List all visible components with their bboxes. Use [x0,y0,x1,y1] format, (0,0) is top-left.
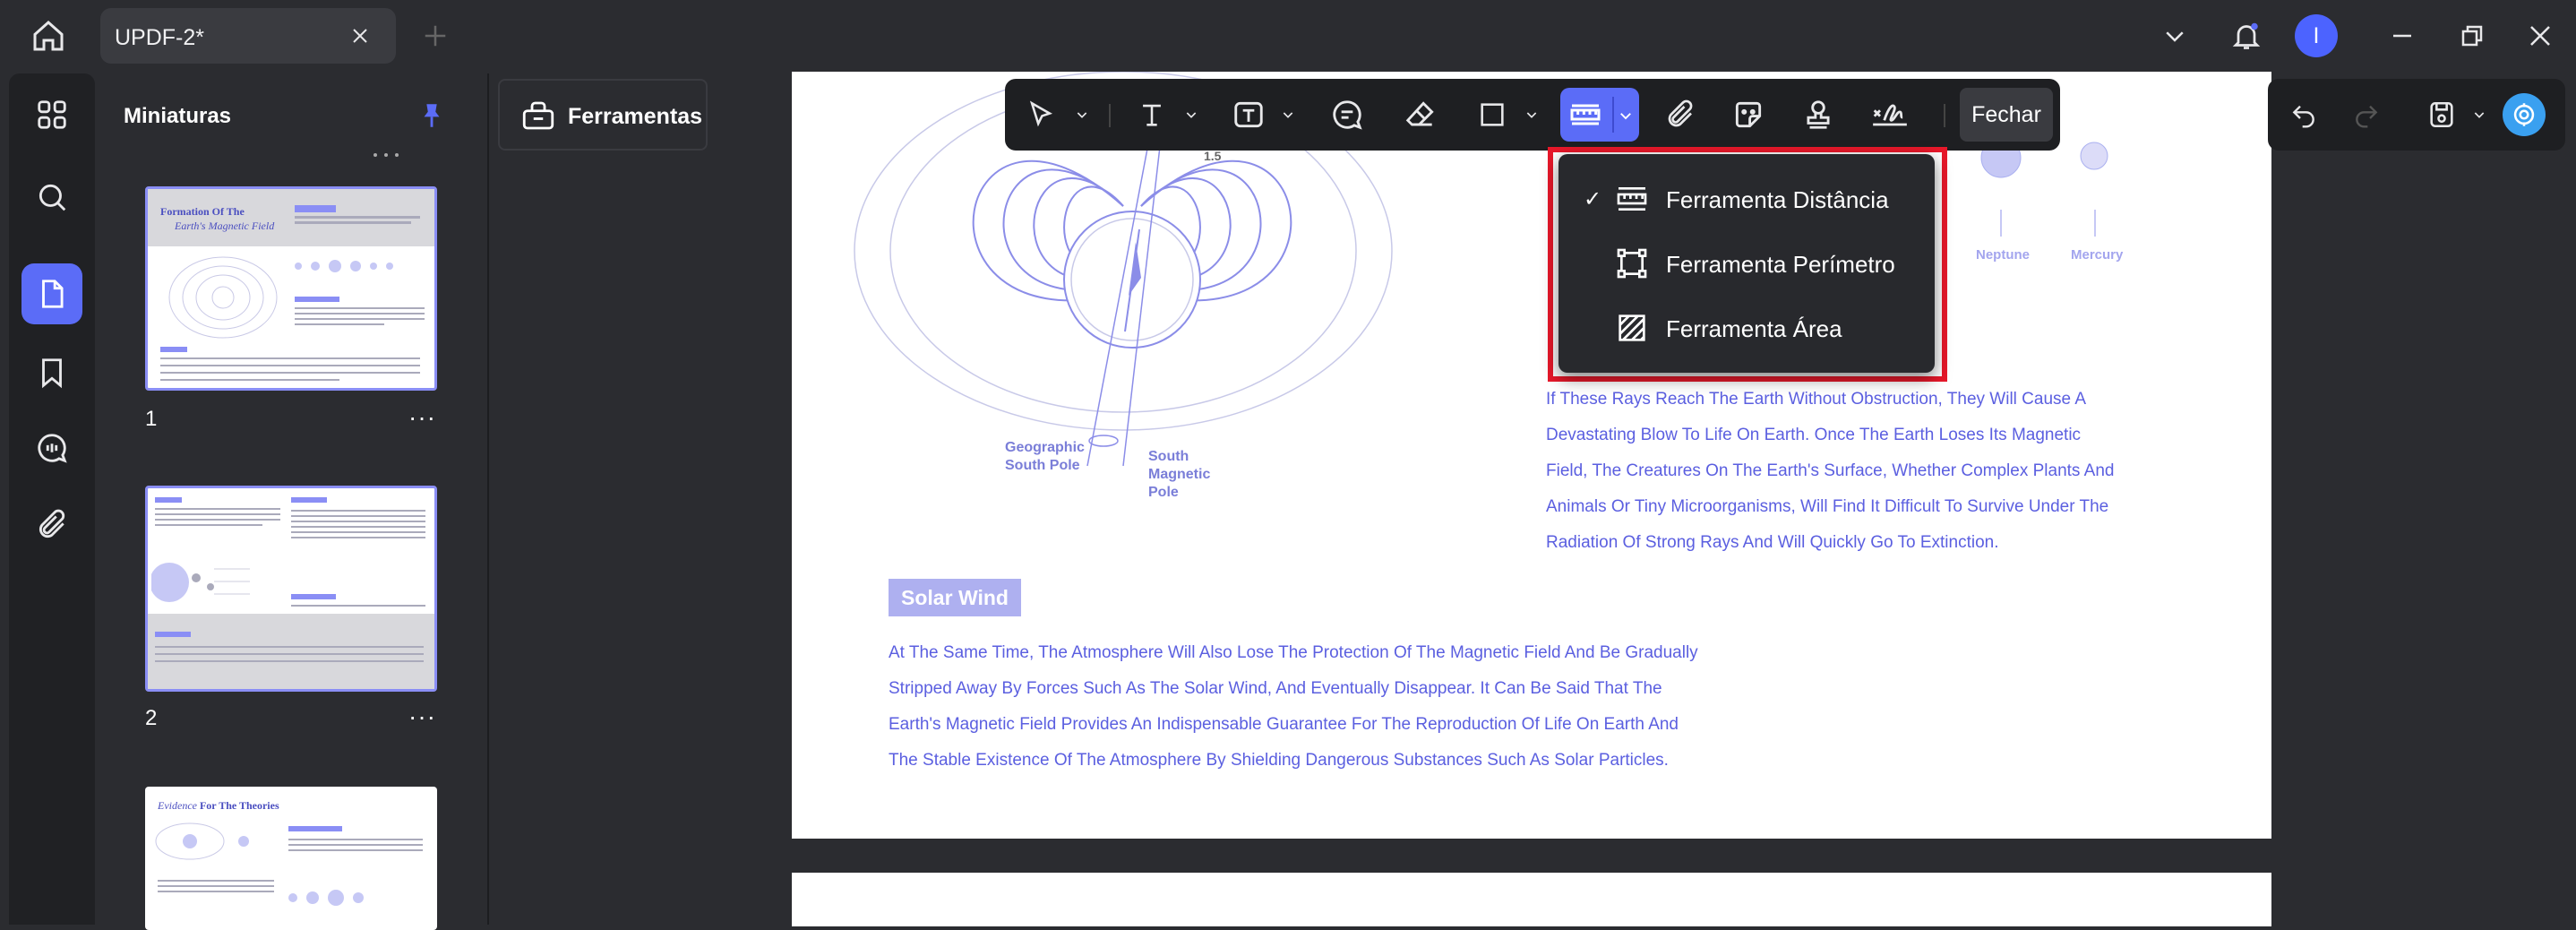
page-more-options[interactable]: ··· [408,702,436,731]
attachment-icon[interactable] [21,495,82,555]
minimize-icon[interactable] [2379,13,2426,59]
measure-tool-button[interactable] [1560,88,1639,142]
south-magnetic-pole-label: South Magnetic Pole [1148,449,1211,500]
menu-item-area-tool[interactable]: Ferramenta Área [1558,296,1935,360]
eraser-icon[interactable] [1397,91,1444,138]
page-number: 2 [145,706,158,730]
paragraph-line: Animals Or Tiny Microorganisms, Will Fin… [1546,497,2109,516]
grid-apps-icon[interactable] [21,84,82,145]
paragraph-line: Radiation Of Strong Rays And Will Quickl… [1546,533,1999,552]
tools-panel-tab[interactable]: Ferramentas [498,79,708,151]
next-document-page [792,873,2271,926]
paragraph-line: Field, The Creatures On The Earth's Surf… [1546,461,2115,480]
perimeter-icon [1617,248,1647,279]
new-tab-icon[interactable] [412,13,459,59]
page-thumbnail-3[interactable]: Evidence For The Theories [145,787,437,930]
paragraph-line: At The Same Time, The Atmosphere Will Al… [889,643,1698,662]
thumb-diagram [168,256,278,339]
toolbox-icon [522,101,554,130]
planet-label-mercury: Mercury [2071,247,2124,263]
document-tab[interactable]: UPDF-2* [100,8,396,64]
chevron-down-icon[interactable] [2470,104,2488,125]
select-pointer-icon[interactable] [1018,91,1064,138]
thumb-orbit-diagram [155,822,249,860]
thumb-title: Formation Of The [160,205,245,218]
save-icon[interactable] [2418,91,2465,138]
measure-dropdown-menu: ✓ Ferramenta Distância Ferramenta Períme… [1558,154,1935,373]
title-bar: UPDF-2* I [0,0,2576,72]
chevron-down-icon[interactable] [1073,104,1091,125]
text-icon[interactable] [1129,91,1175,138]
text-box-icon[interactable] [1225,91,1272,138]
annotation-toolbar: Fechar [1005,79,2060,151]
page-thumbnail-2[interactable] [145,486,437,692]
ruler-icon [1570,104,1601,125]
close-window-icon[interactable] [2517,13,2563,59]
paragraph-line: Earth's Magnetic Field Provides An Indis… [889,715,1679,734]
sticker-icon[interactable] [1725,91,1772,138]
thumbnails-panel: Miniaturas Formation Of The Earth's Magn… [95,73,489,930]
planet-label-neptune: Neptune [1976,247,2030,263]
page-more-options[interactable]: ··· [408,403,436,432]
rectangle-shape-icon[interactable] [1469,91,1516,138]
restore-icon[interactable] [2449,13,2495,59]
tools-label: Ferramentas [568,104,703,129]
pin-icon[interactable] [412,96,451,135]
chevron-down-icon[interactable] [2151,13,2198,59]
chevron-down-icon[interactable] [1618,108,1634,124]
panel-divider[interactable] [487,73,489,925]
section-badge: Solar Wind [889,579,1021,616]
tab-title: UPDF-2* [115,25,205,50]
chevron-down-icon[interactable] [1182,104,1200,125]
page-number: 1 [145,407,158,431]
close-tab-icon[interactable] [342,18,378,54]
home-icon[interactable] [25,13,72,59]
panel-title: Miniaturas [124,104,232,128]
stamp-icon[interactable] [1795,91,1842,138]
geographic-south-pole-label: Geographic South Pole [1005,440,1085,473]
signature-icon[interactable] [1867,91,1913,138]
thumb-subtitle: Earth's Magnetic Field [175,220,275,232]
left-rail [9,73,95,925]
undo-icon[interactable] [2280,91,2327,138]
paragraph-line: Stripped Away By Forces Such As The Sola… [889,679,1662,698]
chevron-down-icon[interactable] [1279,104,1297,125]
chevron-down-icon[interactable] [1523,104,1541,125]
paragraph-line: Devastating Blow To Life On Earth. Once … [1546,426,2082,444]
ruler-icon [1617,187,1647,211]
page-thumbnail-1[interactable]: Formation Of The Earth's Magnetic Field [145,186,437,391]
history-toolbar [2268,79,2565,151]
bookmark-icon[interactable] [21,342,82,403]
notification-bell-icon[interactable] [2223,13,2270,59]
comment-icon[interactable] [21,418,82,478]
paragraph-line: The Stable Existence Of The Atmosphere B… [889,751,1669,770]
thumb-subtitle: For The Theories [199,799,279,812]
menu-item-label: Ferramenta Área [1666,315,1842,342]
redo-icon[interactable] [2343,91,2390,138]
search-icon[interactable] [21,167,82,228]
menu-item-label: Ferramenta Distância [1666,186,1889,213]
attachment-icon[interactable] [1657,91,1704,138]
comment-bubble-icon[interactable] [1324,91,1370,138]
page-thumbnails-icon[interactable] [21,263,82,324]
user-avatar[interactable]: I [2295,14,2338,57]
menu-item-distance-tool[interactable]: ✓ Ferramenta Distância [1558,167,1935,231]
menu-item-label: Ferramenta Perímetro [1666,251,1895,278]
document-page: 1.5 Geographic South Pole South Magnetic… [792,72,2271,839]
thumb-sun-diagram [151,563,250,602]
drag-handle-icon[interactable] [368,151,404,159]
menu-item-perimeter-tool[interactable]: Ferramenta Perímetro [1558,231,1935,296]
angle-label: 1.5 [1204,149,1222,163]
thumb-title: Evidence [158,799,197,812]
check-icon: ✓ [1584,187,1602,211]
ai-assistant-icon[interactable] [2503,93,2546,136]
paragraph-line: If These Rays Reach The Earth Without Ob… [1546,390,2086,409]
area-icon [1619,314,1645,341]
close-toolbar-button[interactable]: Fechar [1960,88,2053,142]
